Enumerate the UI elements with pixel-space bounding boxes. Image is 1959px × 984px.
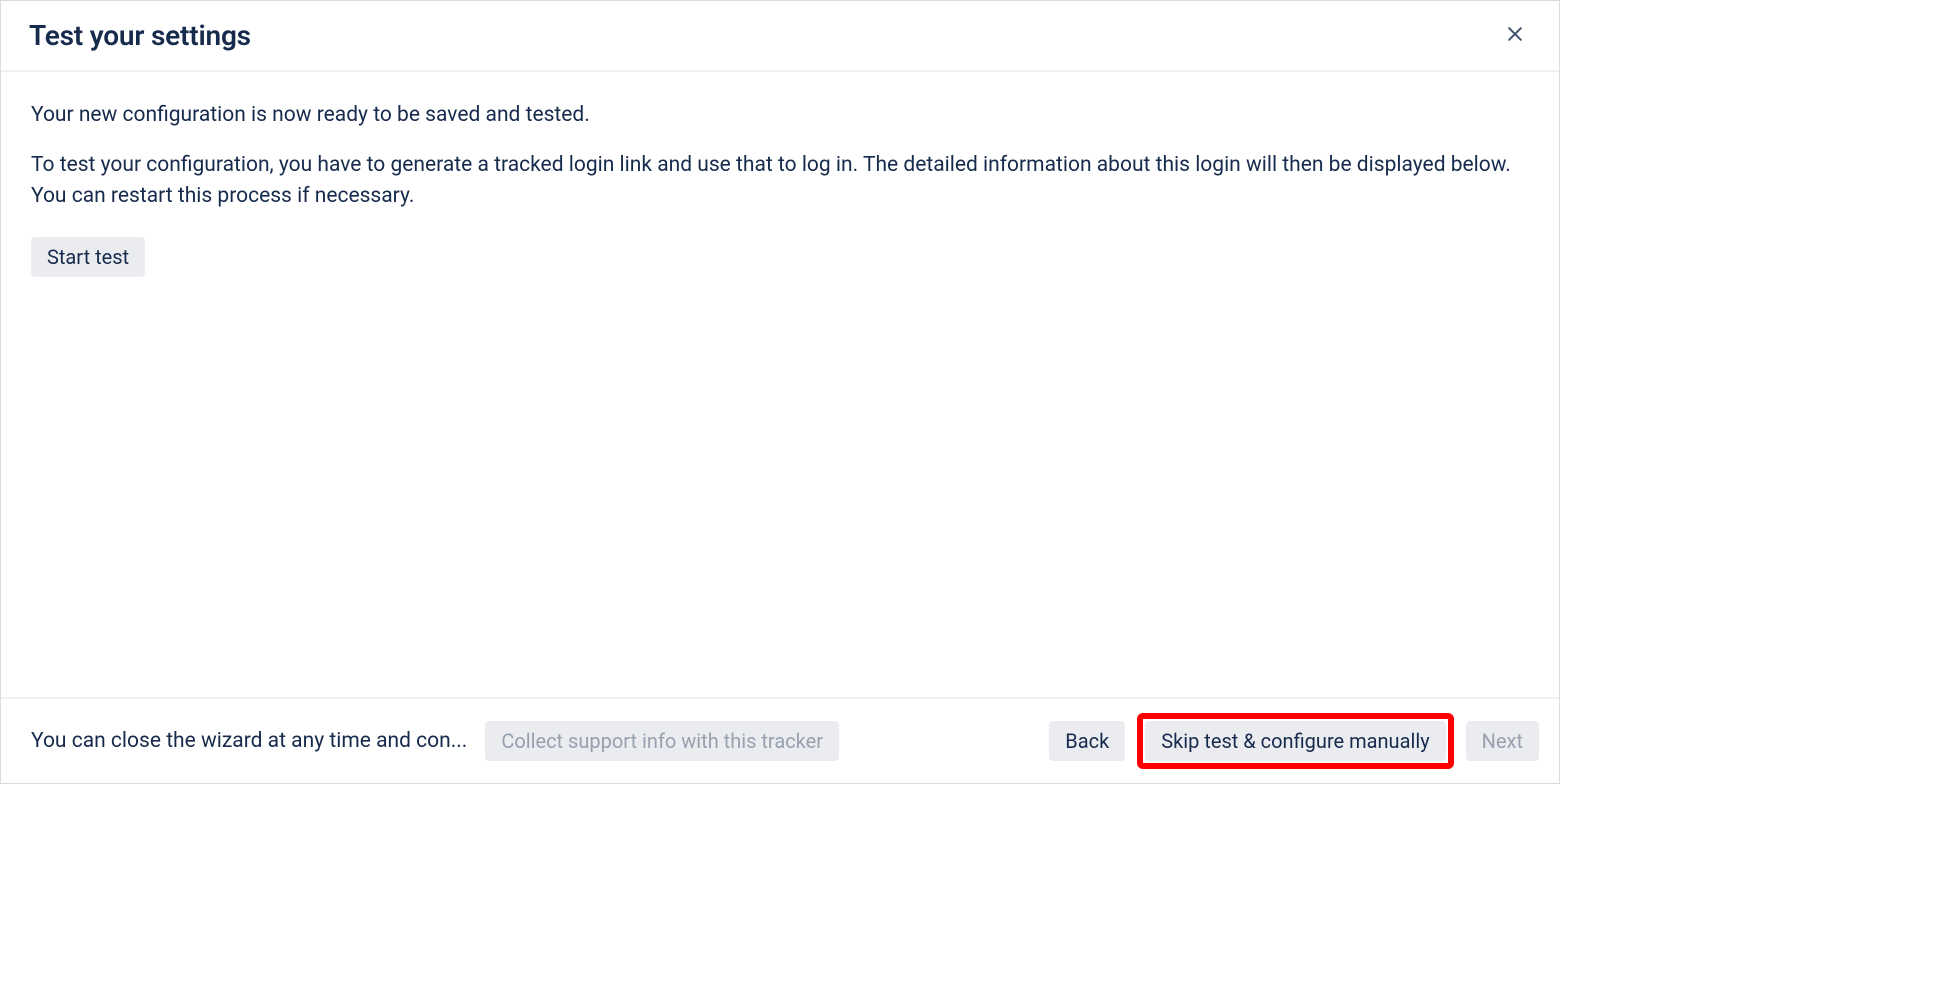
modal-footer: You can close the wizard at any time and… [1,697,1559,783]
close-icon [1505,24,1525,47]
intro-paragraph-1: Your new configuration is now ready to b… [31,100,1529,132]
footer-actions: Back Skip test & configure manually Next [1049,713,1539,769]
start-test-button[interactable]: Start test [31,237,145,277]
back-button[interactable]: Back [1049,721,1125,761]
next-button[interactable]: Next [1466,721,1539,761]
collect-support-info-button[interactable]: Collect support info with this tracker [485,721,839,761]
modal-title: Test your settings [29,19,251,52]
modal-body: Your new configuration is now ready to b… [1,72,1559,697]
skip-test-button[interactable]: Skip test & configure manually [1145,721,1445,761]
intro-paragraph-2: To test your configuration, you have to … [31,150,1529,213]
skip-button-highlight: Skip test & configure manually [1137,713,1453,769]
footer-note: You can close the wizard at any time and… [31,729,467,753]
modal-header: Test your settings [1,1,1559,72]
settings-test-modal: Test your settings Your new configuratio… [0,0,1560,784]
close-button[interactable] [1499,20,1531,52]
